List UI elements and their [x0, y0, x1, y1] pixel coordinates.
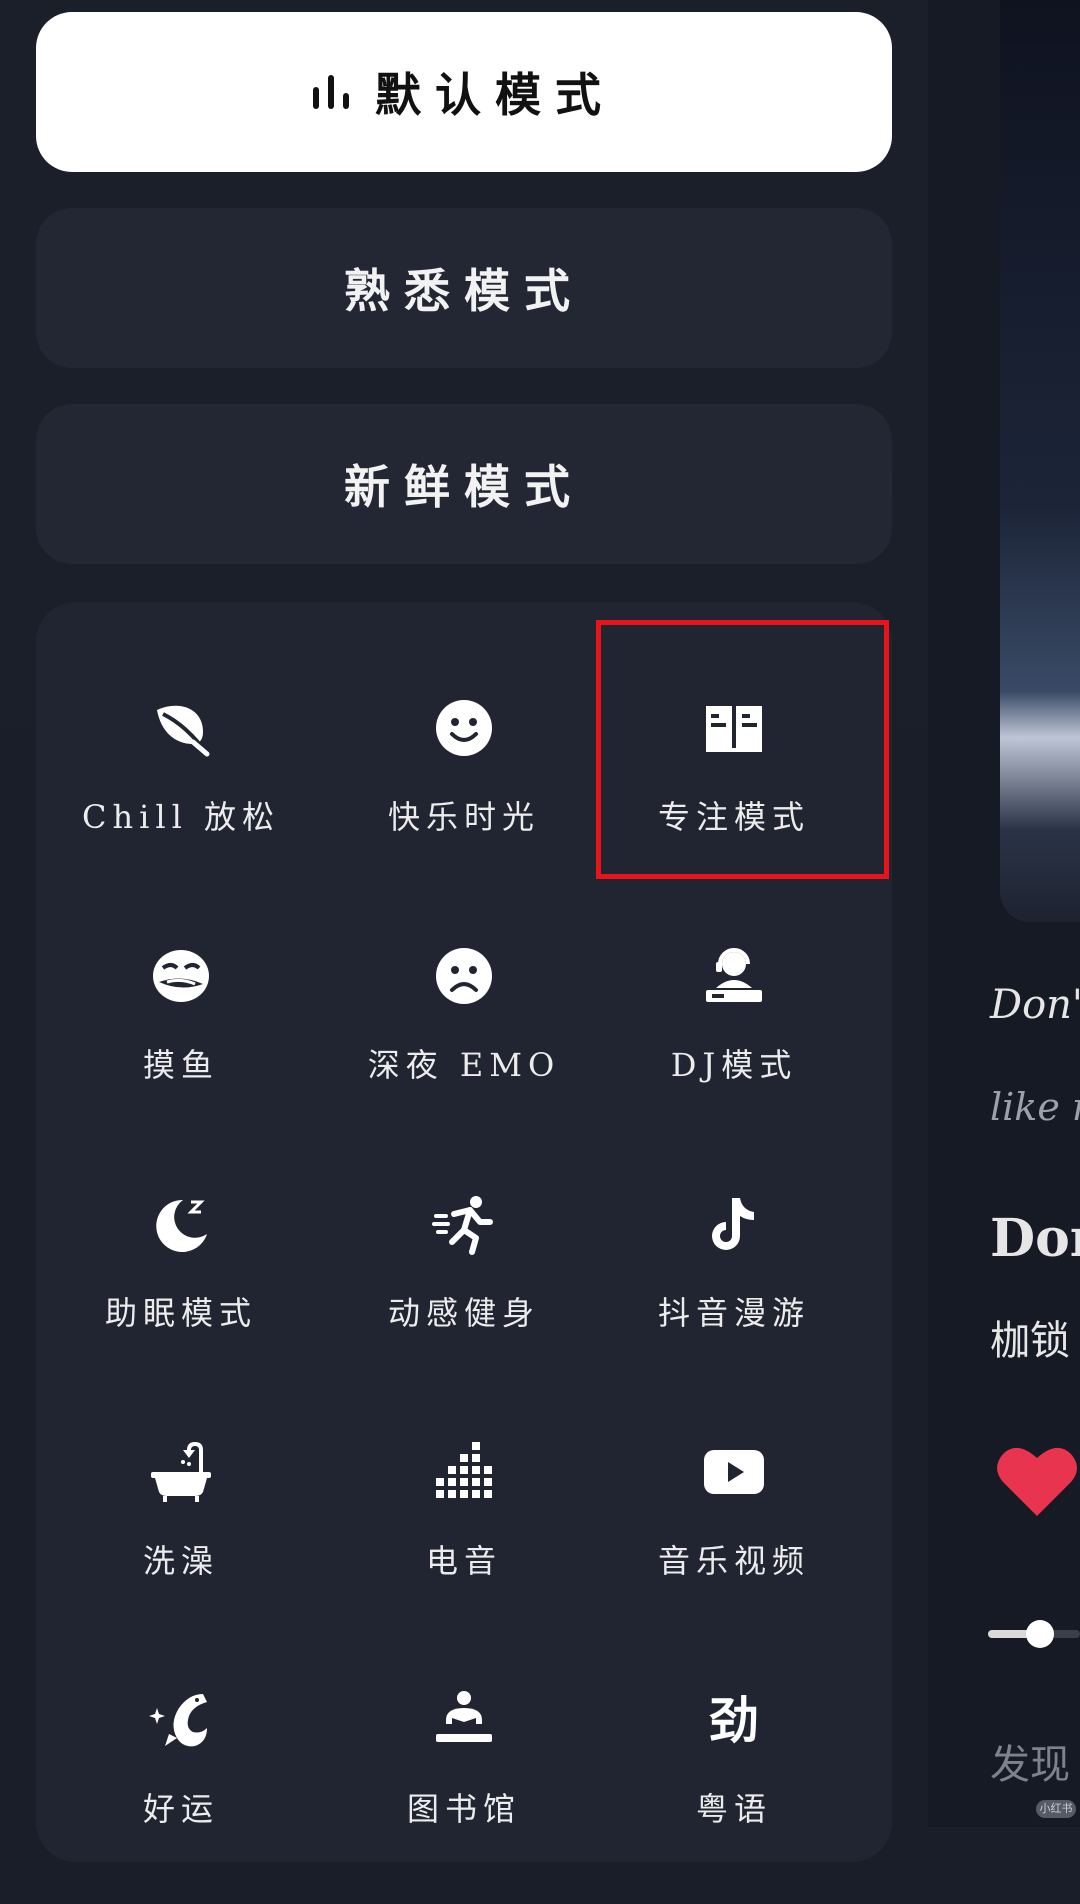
artist-name: 枷锁 — [990, 1318, 1070, 1364]
koi-fish-icon — [145, 1684, 217, 1756]
scene-item-chill[interactable]: Chill 放松 — [46, 692, 316, 912]
discover-label[interactable]: 发现 — [990, 1732, 1070, 1790]
familiar-mode-button[interactable]: 熟悉模式 — [36, 208, 892, 368]
equalizer-icon — [428, 1436, 500, 1508]
default-mode-label: 默认模式 — [375, 68, 615, 122]
mode-panel: 默认模式 熟悉模式 新鲜模式 Chill 放松 快乐时光 专注模式 摸鱼 深夜 … — [0, 0, 928, 1862]
scene-item-cantonese[interactable]: 劲 粤语 — [599, 1684, 869, 1904]
scene-label: 音乐视频 — [657, 1542, 810, 1580]
fish-face-icon — [145, 940, 217, 1012]
scene-item-happy-time[interactable]: 快乐时光 — [329, 692, 599, 912]
video-play-icon — [698, 1436, 770, 1508]
progress-knob[interactable] — [1026, 1620, 1054, 1648]
scene-item-electronic[interactable]: 电音 — [329, 1436, 599, 1656]
moon-sleep-icon — [145, 1188, 217, 1260]
fresh-mode-label: 新鲜模式 — [344, 460, 584, 514]
focus-mode-highlight — [596, 620, 889, 879]
scene-item-music-video[interactable]: 音乐视频 — [599, 1436, 869, 1656]
scene-item-late-night-emo[interactable]: 深夜 EMO — [329, 940, 599, 1160]
sad-face-icon — [428, 940, 500, 1012]
scene-label: 助眠模式 — [104, 1294, 257, 1332]
scene-item-douyin-roam[interactable]: 抖音漫游 — [599, 1188, 869, 1408]
lyric-line: Don't — [990, 982, 1080, 1028]
watermark-badge: 小红书 — [1036, 1800, 1076, 1818]
scene-label: 动感健身 — [387, 1294, 540, 1332]
scene-label: 深夜 EMO — [367, 1046, 561, 1084]
scene-item-good-luck[interactable]: 好运 — [46, 1684, 316, 1904]
bathtub-icon — [145, 1436, 217, 1508]
scene-label: 抖音漫游 — [657, 1294, 810, 1332]
song-title: Don — [990, 1208, 1080, 1269]
scene-item-dj-mode[interactable]: DJ模式 — [599, 940, 869, 1160]
fresh-mode-button[interactable]: 新鲜模式 — [36, 404, 892, 564]
lyric-line: like r — [990, 1085, 1080, 1129]
running-icon — [428, 1188, 500, 1260]
scene-item-library[interactable]: 图书馆 — [329, 1684, 599, 1904]
default-mode-button[interactable]: 默认模式 — [36, 12, 892, 172]
familiar-mode-label: 熟悉模式 — [344, 264, 584, 318]
scene-item-workout[interactable]: 动感健身 — [329, 1188, 599, 1408]
scene-label: Chill 放松 — [82, 798, 280, 836]
svg-text:劲: 劲 — [709, 1692, 759, 1750]
scene-label: 好运 — [142, 1790, 219, 1828]
scene-label: DJ模式 — [670, 1046, 798, 1084]
scene-label: 粤语 — [695, 1790, 772, 1828]
scene-item-shower[interactable]: 洗澡 — [46, 1436, 316, 1656]
leaf-icon — [145, 692, 217, 764]
tiktok-icon — [698, 1188, 770, 1260]
scene-label: 洗澡 — [142, 1542, 219, 1580]
scene-label: 电音 — [425, 1542, 502, 1580]
audio-bars-icon — [313, 75, 349, 109]
scene-item-slack-off[interactable]: 摸鱼 — [46, 940, 316, 1160]
album-cover[interactable] — [1000, 0, 1080, 922]
scene-label: 快乐时光 — [387, 798, 540, 836]
smile-icon — [428, 692, 500, 764]
scene-label: 摸鱼 — [142, 1046, 219, 1084]
jin-character-icon: 劲 — [698, 1684, 770, 1756]
like-heart-icon[interactable] — [995, 1440, 1080, 1520]
dj-icon — [698, 940, 770, 1012]
scene-item-sleep-aid[interactable]: 助眠模式 — [46, 1188, 316, 1408]
library-reading-icon — [428, 1684, 500, 1756]
scene-label: 图书馆 — [406, 1790, 521, 1828]
